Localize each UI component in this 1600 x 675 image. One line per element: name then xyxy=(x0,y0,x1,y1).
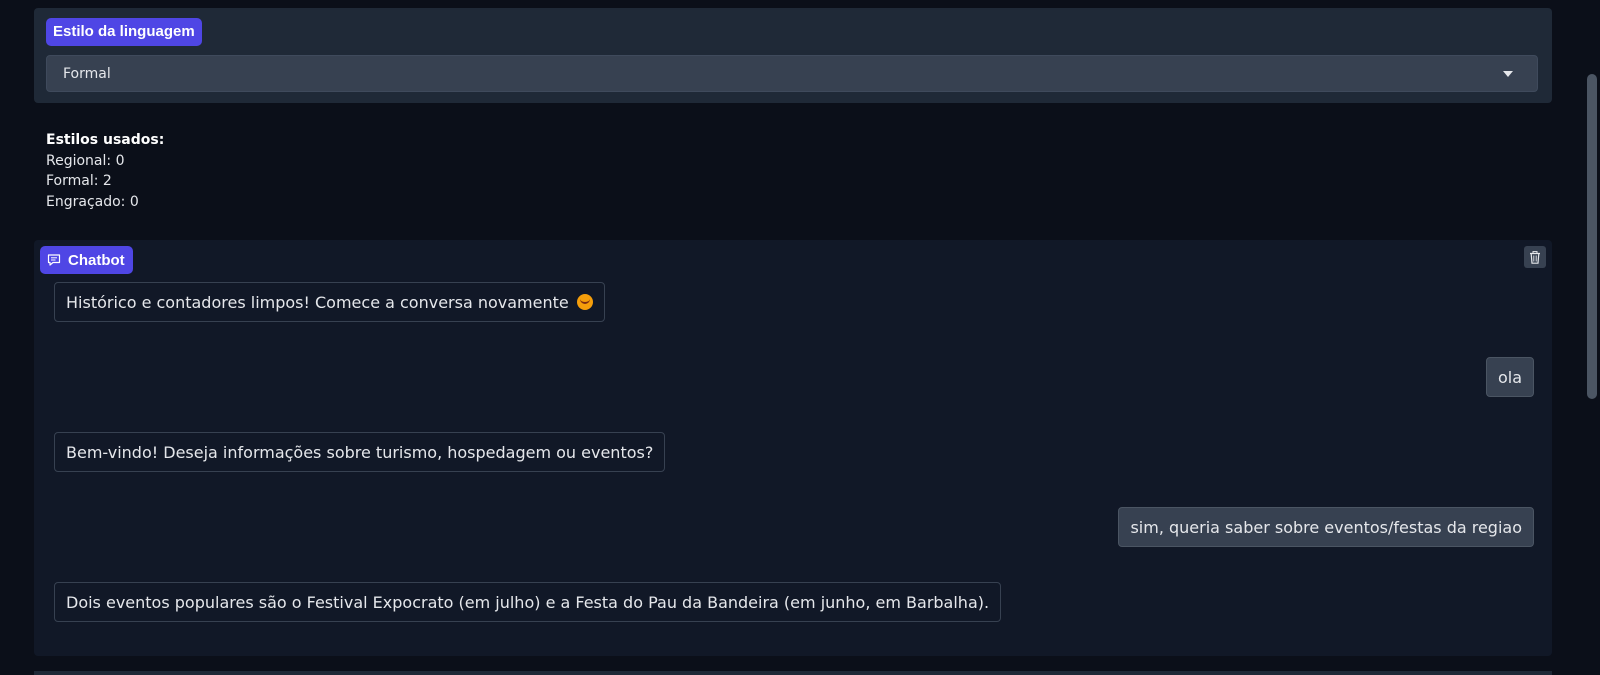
chat-message-bot: Histórico e contadores limpos! Comece a … xyxy=(54,282,605,322)
page-scrollbar[interactable] xyxy=(1584,0,1600,675)
counter-funny: Engraçado: 0 xyxy=(46,193,139,210)
scrollbar-thumb[interactable] xyxy=(1587,74,1597,399)
chatbot-panel: Chatbot Histórico e contadores limpos! C… xyxy=(34,240,1552,656)
chatbot-label-badge: Chatbot xyxy=(40,246,133,274)
message-text: Dois eventos populares são o Festival Ex… xyxy=(66,593,990,612)
language-style-dropdown[interactable]: Formal xyxy=(46,55,1538,92)
clear-chat-button[interactable] xyxy=(1524,246,1546,268)
message-text: Bem-vindo! Deseja informações sobre turi… xyxy=(66,443,654,462)
message-text: sim, queria saber sobre eventos/festas d… xyxy=(1130,518,1522,537)
counter-formal: Formal: 2 xyxy=(46,173,112,189)
styles-used-heading: Estilos usados: xyxy=(46,132,165,148)
language-style-panel: Estilo da linguagem Formal xyxy=(34,8,1552,103)
smiling-face-emoji-icon xyxy=(576,294,593,310)
chevron-down-icon xyxy=(1503,71,1513,77)
counter-regional: Regional: 0 xyxy=(46,152,125,169)
trash-icon xyxy=(1530,250,1540,264)
styles-used-counters: Estilos usados: Regional: 0 Formal: 2 En… xyxy=(46,130,164,212)
chat-message-user: sim, queria saber sobre eventos/festas d… xyxy=(1118,507,1534,547)
dropdown-selected-value: Formal xyxy=(63,66,111,82)
next-panel-edge xyxy=(34,671,1552,675)
chat-message-bot: Bem-vindo! Deseja informações sobre turi… xyxy=(54,432,666,472)
chat-message-user: ola xyxy=(1485,357,1534,397)
chatbot-label: Chatbot xyxy=(68,251,125,269)
language-style-label: Estilo da linguagem xyxy=(46,18,202,46)
message-text: ola xyxy=(1497,368,1522,387)
chat-bubble-icon xyxy=(47,254,61,266)
message-text: Histórico e contadores limpos! Comece a … xyxy=(66,293,569,312)
page: Estilo da linguagem Formal Estilos usado… xyxy=(0,0,1600,675)
chat-message-bot: Dois eventos populares são o Festival Ex… xyxy=(54,582,1002,622)
